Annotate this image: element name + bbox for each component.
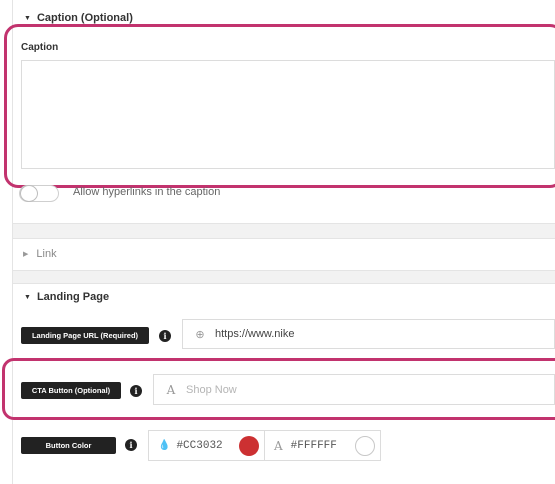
button-color-picker[interactable]: 💧 #CC3032 A #FFFFFF	[148, 430, 381, 461]
landing-url-label: Landing Page URL (Required)	[21, 327, 149, 344]
cta-placeholder: Shop Now	[186, 383, 237, 396]
info-icon[interactable]: i	[125, 439, 137, 451]
caret-down-icon: ▼	[24, 293, 31, 301]
section-gap	[13, 224, 555, 238]
section-divider	[13, 283, 555, 284]
text-color-field[interactable]: A #FFFFFF	[264, 431, 380, 460]
background-color-swatch[interactable]	[239, 435, 259, 456]
caption-textarea[interactable]	[21, 60, 555, 169]
font-a-icon: A	[166, 382, 176, 397]
landing-section-title: Landing Page	[36, 291, 110, 303]
caption-section-header[interactable]: ▼ Caption (Optional)	[12, 7, 133, 29]
caret-down-icon: ▼	[24, 14, 31, 22]
caption-section-title: Caption (Optional)	[36, 12, 133, 24]
text-color-hex: #FFFFFF	[290, 439, 337, 452]
globe-icon: ⊕	[195, 328, 205, 341]
toggle-knob	[20, 185, 38, 202]
section-gap	[13, 271, 555, 283]
info-icon[interactable]: i	[159, 330, 171, 342]
cta-button-input[interactable]: A Shop Now	[153, 374, 555, 405]
font-a-icon: A	[274, 438, 283, 453]
hyperlinks-toggle[interactable]	[19, 185, 59, 202]
link-section-header[interactable]: ▶ Link	[13, 238, 555, 270]
cta-button-label: CTA Button (Optional)	[21, 382, 121, 399]
link-section-title: Link	[36, 248, 57, 260]
caption-field-label: Caption	[21, 42, 59, 53]
info-icon[interactable]: i	[130, 385, 142, 397]
background-color-hex: #CC3032	[176, 439, 223, 452]
drop-icon: 💧	[158, 440, 171, 451]
landing-section-header[interactable]: ▼ Landing Page	[12, 286, 109, 308]
text-color-swatch[interactable]	[355, 435, 375, 456]
landing-url-value: https://www.nike	[215, 328, 295, 340]
caret-right-icon: ▶	[23, 251, 29, 258]
landing-url-input[interactable]: ⊕ https://www.nike	[182, 319, 555, 349]
background-color-field[interactable]: 💧 #CC3032	[149, 431, 264, 460]
button-color-label: Button Color	[21, 437, 116, 454]
hyperlinks-toggle-label: Allow hyperlinks in the caption	[73, 186, 221, 198]
